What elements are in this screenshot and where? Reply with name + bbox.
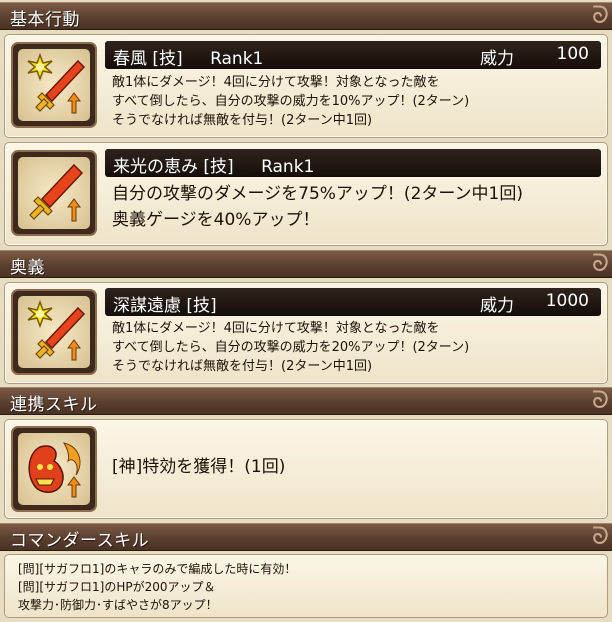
description-line: 敵1体にダメージ！4回に分けて攻撃！対象となった敵を (112, 75, 440, 90)
skill-icon-frame (11, 426, 97, 512)
description-line: そうでなければ無敵を付与！(2ターン中1回) (112, 113, 373, 128)
skill-title-bar: 春風 [技] Rank1 威力 100 (105, 41, 601, 69)
description-line: 奥義ゲージを40%アップ！ (112, 210, 320, 230)
link-skill-card[interactable]: [神]特効を獲得！(1回) (4, 419, 608, 519)
section-header-renkei: 連携スキル ᘐ (0, 387, 612, 415)
skill-card-harukaze[interactable]: 春風 [技] Rank1 威力 100 敵1体にダメージ！4回に分けて攻撃！対象… (4, 34, 608, 138)
skill-card-raikou[interactable]: 来光の恵み [技] Rank1 自分の攻撃のダメージを75%アップ！(2ターン中… (4, 142, 608, 246)
skill-rank: Rank1 (210, 49, 264, 69)
skill-description: 自分の攻撃のダメージを75%アップ！(2ターン中1回) 奥義ゲージを40%アップ… (112, 181, 523, 233)
description-line: そうでなければ無敵を付与！(2ターン中1回) (112, 359, 373, 374)
skill-name: 深謀遠慮 [技] (113, 296, 217, 316)
skill-icon-frame (11, 42, 97, 128)
section-title: 基本行動 (10, 10, 80, 30)
power-label: 威力 (480, 49, 514, 69)
sword-burst-icon (18, 296, 90, 368)
section-header-basic: 基本行動 ᘐ (0, 2, 612, 30)
description-line: 攻撃力･防御力･すばやさが8アップ！ (18, 598, 218, 612)
skill-description: 敵1体にダメージ！4回に分けて攻撃！対象となった敵を すべて倒したら、自分の攻撃… (112, 319, 469, 376)
section-header-commander: コマンダースキル ᘐ (0, 523, 612, 551)
section-title: 連携スキル (10, 395, 98, 415)
description-line: [問][サガフロ1]のHPが200アップ＆ (18, 580, 216, 594)
section-title: 奥義 (10, 258, 45, 278)
scroll-ornament-icon: ᘐ (592, 386, 609, 414)
skill-card-shinbou[interactable]: 深謀遠慮 [技] 威力 1000 敵1体にダメージ！4回に分けて攻撃！対象となっ… (4, 282, 608, 384)
section-header-ougi: 奥義 ᘐ (0, 250, 612, 278)
description-line: [問][サガフロ1]のキャラのみで編成した時に有効！ (18, 562, 297, 576)
power-value: 1000 (545, 291, 589, 311)
scroll-ornament-icon: ᘐ (592, 1, 609, 29)
skill-title-bar: 来光の恵み [技] Rank1 (105, 149, 601, 177)
commander-skill-card: [問][サガフロ1]のキャラのみで編成した時に有効！ [問][サガフロ1]のHP… (4, 554, 608, 618)
link-skill-description: [神]特効を獲得！(1回) (112, 454, 285, 480)
description-line: すべて倒したら、自分の攻撃の威力を20%アップ！(2ターン) (112, 340, 470, 355)
power-label: 威力 (480, 296, 514, 316)
scroll-ornament-icon: ᘐ (592, 522, 609, 550)
skill-title-bar: 深謀遠慮 [技] 威力 1000 (105, 288, 601, 316)
skill-rank: Rank1 (261, 157, 315, 177)
description-line: 敵1体にダメージ！4回に分けて攻撃！対象となった敵を (112, 321, 440, 336)
description-line: すべて倒したら、自分の攻撃の威力を10%アップ！(2ターン) (112, 94, 470, 109)
description-line: 自分の攻撃のダメージを75%アップ！(2ターン中1回) (112, 184, 523, 204)
power-value: 100 (556, 44, 589, 64)
skill-icon-frame (11, 150, 97, 236)
link-skill-text: [神]特効を獲得！(1回) (112, 457, 286, 477)
scroll-ornament-icon: ᘐ (592, 249, 609, 277)
skill-description: 敵1体にダメージ！4回に分けて攻撃！対象となった敵を すべて倒したら、自分の攻撃… (112, 73, 469, 130)
commander-description: [問][サガフロ1]のキャラのみで編成した時に有効！ [問][サガフロ1]のHP… (18, 560, 296, 614)
demon-flame-icon (18, 433, 90, 505)
skill-name: 来光の恵み [技] (113, 157, 234, 177)
skill-name: 春風 [技] (113, 49, 183, 69)
skill-icon-frame (11, 289, 97, 375)
sword-burst-icon (18, 49, 90, 121)
section-title: コマンダースキル (10, 531, 150, 551)
sword-up-icon (18, 157, 90, 229)
